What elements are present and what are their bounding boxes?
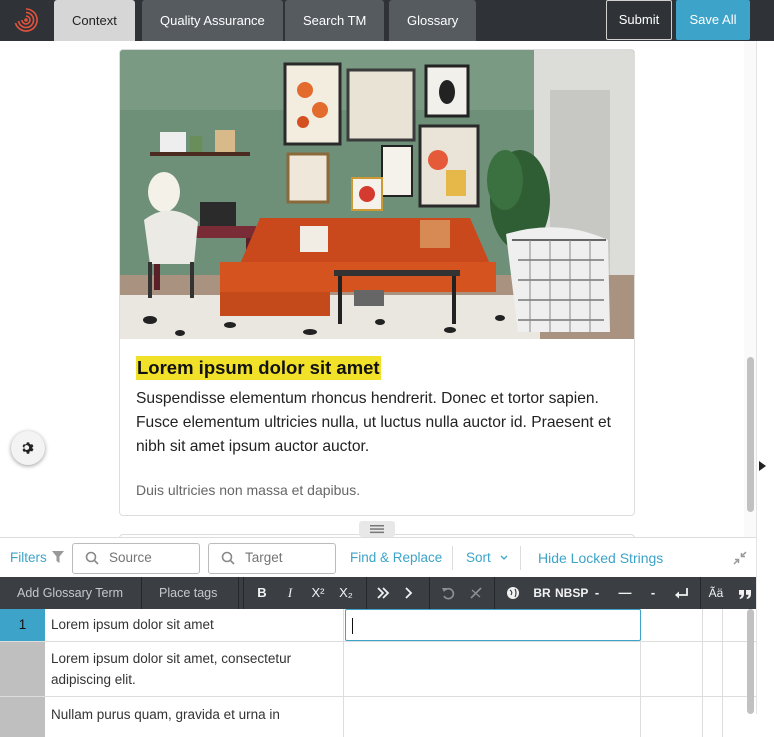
save-all-button[interactable]: Save All [676, 0, 750, 40]
top-bar: Context Quality Assurance Search TM Glos… [0, 0, 774, 41]
hide-locked-strings-toggle[interactable]: Hide Locked Strings [538, 550, 663, 566]
fingerprint-logo-icon [14, 8, 38, 32]
find-replace-button[interactable]: Find & Replace [350, 550, 442, 565]
right-side-panel [756, 41, 774, 714]
undo-icon[interactable] [441, 584, 455, 602]
table-cell [641, 609, 703, 641]
expand-panel-icon[interactable] [759, 461, 766, 471]
target-editor[interactable] [345, 609, 641, 641]
context-card: Lorem ipsum dolor sit amet Suspendisse e… [119, 49, 635, 516]
target-cell[interactable] [344, 609, 641, 641]
card-footer-text: Duis ultricies non massa et dapibus. [136, 482, 361, 498]
toolbar-divider [366, 577, 367, 609]
italic-button[interactable]: I [282, 584, 298, 602]
nbsp-button[interactable]: NBSP [555, 584, 588, 602]
target-search-field[interactable] [208, 543, 336, 574]
drag-handle-icon [370, 525, 384, 534]
row-number [0, 642, 45, 696]
search-icon [221, 551, 235, 565]
tab-context[interactable]: Context [54, 0, 135, 41]
collapse-icon[interactable] [733, 551, 747, 565]
return-icon[interactable] [674, 584, 690, 602]
quote-icon[interactable] [738, 584, 752, 602]
text-caret [352, 618, 353, 634]
filters-bar: Filters Find & Replace Sort Hide Locked … [0, 537, 756, 577]
source-text: Nullam purus quam, gravida et urna in [45, 697, 344, 737]
toolbar-divider [494, 577, 495, 609]
tab-glossary[interactable]: Glossary [389, 0, 477, 41]
source-search-input[interactable] [109, 550, 193, 565]
source-text: Lorem ipsum dolor sit amet [45, 609, 344, 641]
table-row[interactable]: Nullam purus quam, gravida et urna in [0, 697, 756, 737]
globe-icon[interactable] [506, 584, 520, 602]
gear-icon [22, 442, 34, 454]
target-search-input[interactable] [245, 550, 329, 565]
table-cell [641, 642, 703, 696]
card-body-text: Suspendisse elementum rhoncus hendrerit.… [136, 390, 611, 455]
toolbar-divider [700, 577, 701, 609]
divider [452, 546, 453, 570]
letter-case-button[interactable]: Ãä [707, 584, 725, 602]
toolbar-divider [238, 577, 239, 609]
bold-button[interactable]: B [254, 584, 270, 602]
sort-dropdown[interactable]: Sort [466, 550, 508, 565]
subscript-button[interactable]: X₂ [334, 584, 358, 602]
table-row[interactable]: Lorem ipsum dolor sit amet, consectetur … [0, 642, 756, 697]
filter-icon[interactable] [52, 551, 64, 563]
em-dash-button[interactable]: — [616, 584, 634, 602]
superscript-button[interactable]: X² [306, 584, 330, 602]
target-cell[interactable] [344, 697, 641, 737]
editor-toolbar: Add Glossary Term Place tags B I X² X₂ B… [0, 577, 756, 609]
table-cell [703, 609, 723, 641]
table-cell [703, 697, 723, 737]
source-search-field[interactable] [72, 543, 200, 574]
table-scrollbar-thumb[interactable] [747, 609, 754, 714]
filters-toggle[interactable]: Filters [10, 550, 47, 565]
toolbar-divider [243, 577, 244, 609]
double-chevron-right-icon[interactable] [376, 584, 390, 602]
strings-table: 1 Lorem ipsum dolor sit amet Lorem ipsum… [0, 609, 756, 737]
add-glossary-term-button[interactable]: Add Glossary Term [17, 586, 123, 600]
divider [520, 546, 521, 570]
sort-label: Sort [466, 550, 491, 565]
settings-button[interactable] [11, 431, 45, 465]
row-number: 1 [0, 609, 45, 641]
en-dash-button[interactable]: - [648, 584, 658, 602]
chevron-down-icon [500, 555, 507, 561]
living-room-image [120, 50, 634, 339]
table-row[interactable]: 1 Lorem ipsum dolor sit amet [0, 609, 756, 642]
row-number [0, 697, 45, 737]
hyphen-button[interactable]: - [592, 584, 602, 602]
source-text: Lorem ipsum dolor sit amet, consectetur … [45, 642, 344, 696]
toolbar-divider [429, 577, 430, 609]
line-break-button[interactable]: BR [532, 584, 552, 602]
submit-button[interactable]: Submit [606, 0, 672, 40]
target-cell[interactable] [344, 642, 641, 696]
table-cell [703, 642, 723, 696]
context-scrollbar-thumb[interactable] [747, 357, 754, 512]
table-cell [641, 697, 703, 737]
chevron-right-icon[interactable] [404, 584, 414, 602]
tab-search-tm[interactable]: Search TM [285, 0, 385, 41]
panel-resize-handle[interactable] [359, 521, 395, 537]
toolbar-divider [141, 577, 142, 609]
search-icon [85, 551, 99, 565]
place-tags-button[interactable]: Place tags [159, 586, 217, 600]
tab-quality-assurance[interactable]: Quality Assurance [142, 0, 283, 41]
context-panel: Lorem ipsum dolor sit amet Suspendisse e… [0, 41, 756, 537]
clear-formatting-icon[interactable] [469, 584, 483, 602]
card-title: Lorem ipsum dolor sit amet [136, 356, 381, 380]
